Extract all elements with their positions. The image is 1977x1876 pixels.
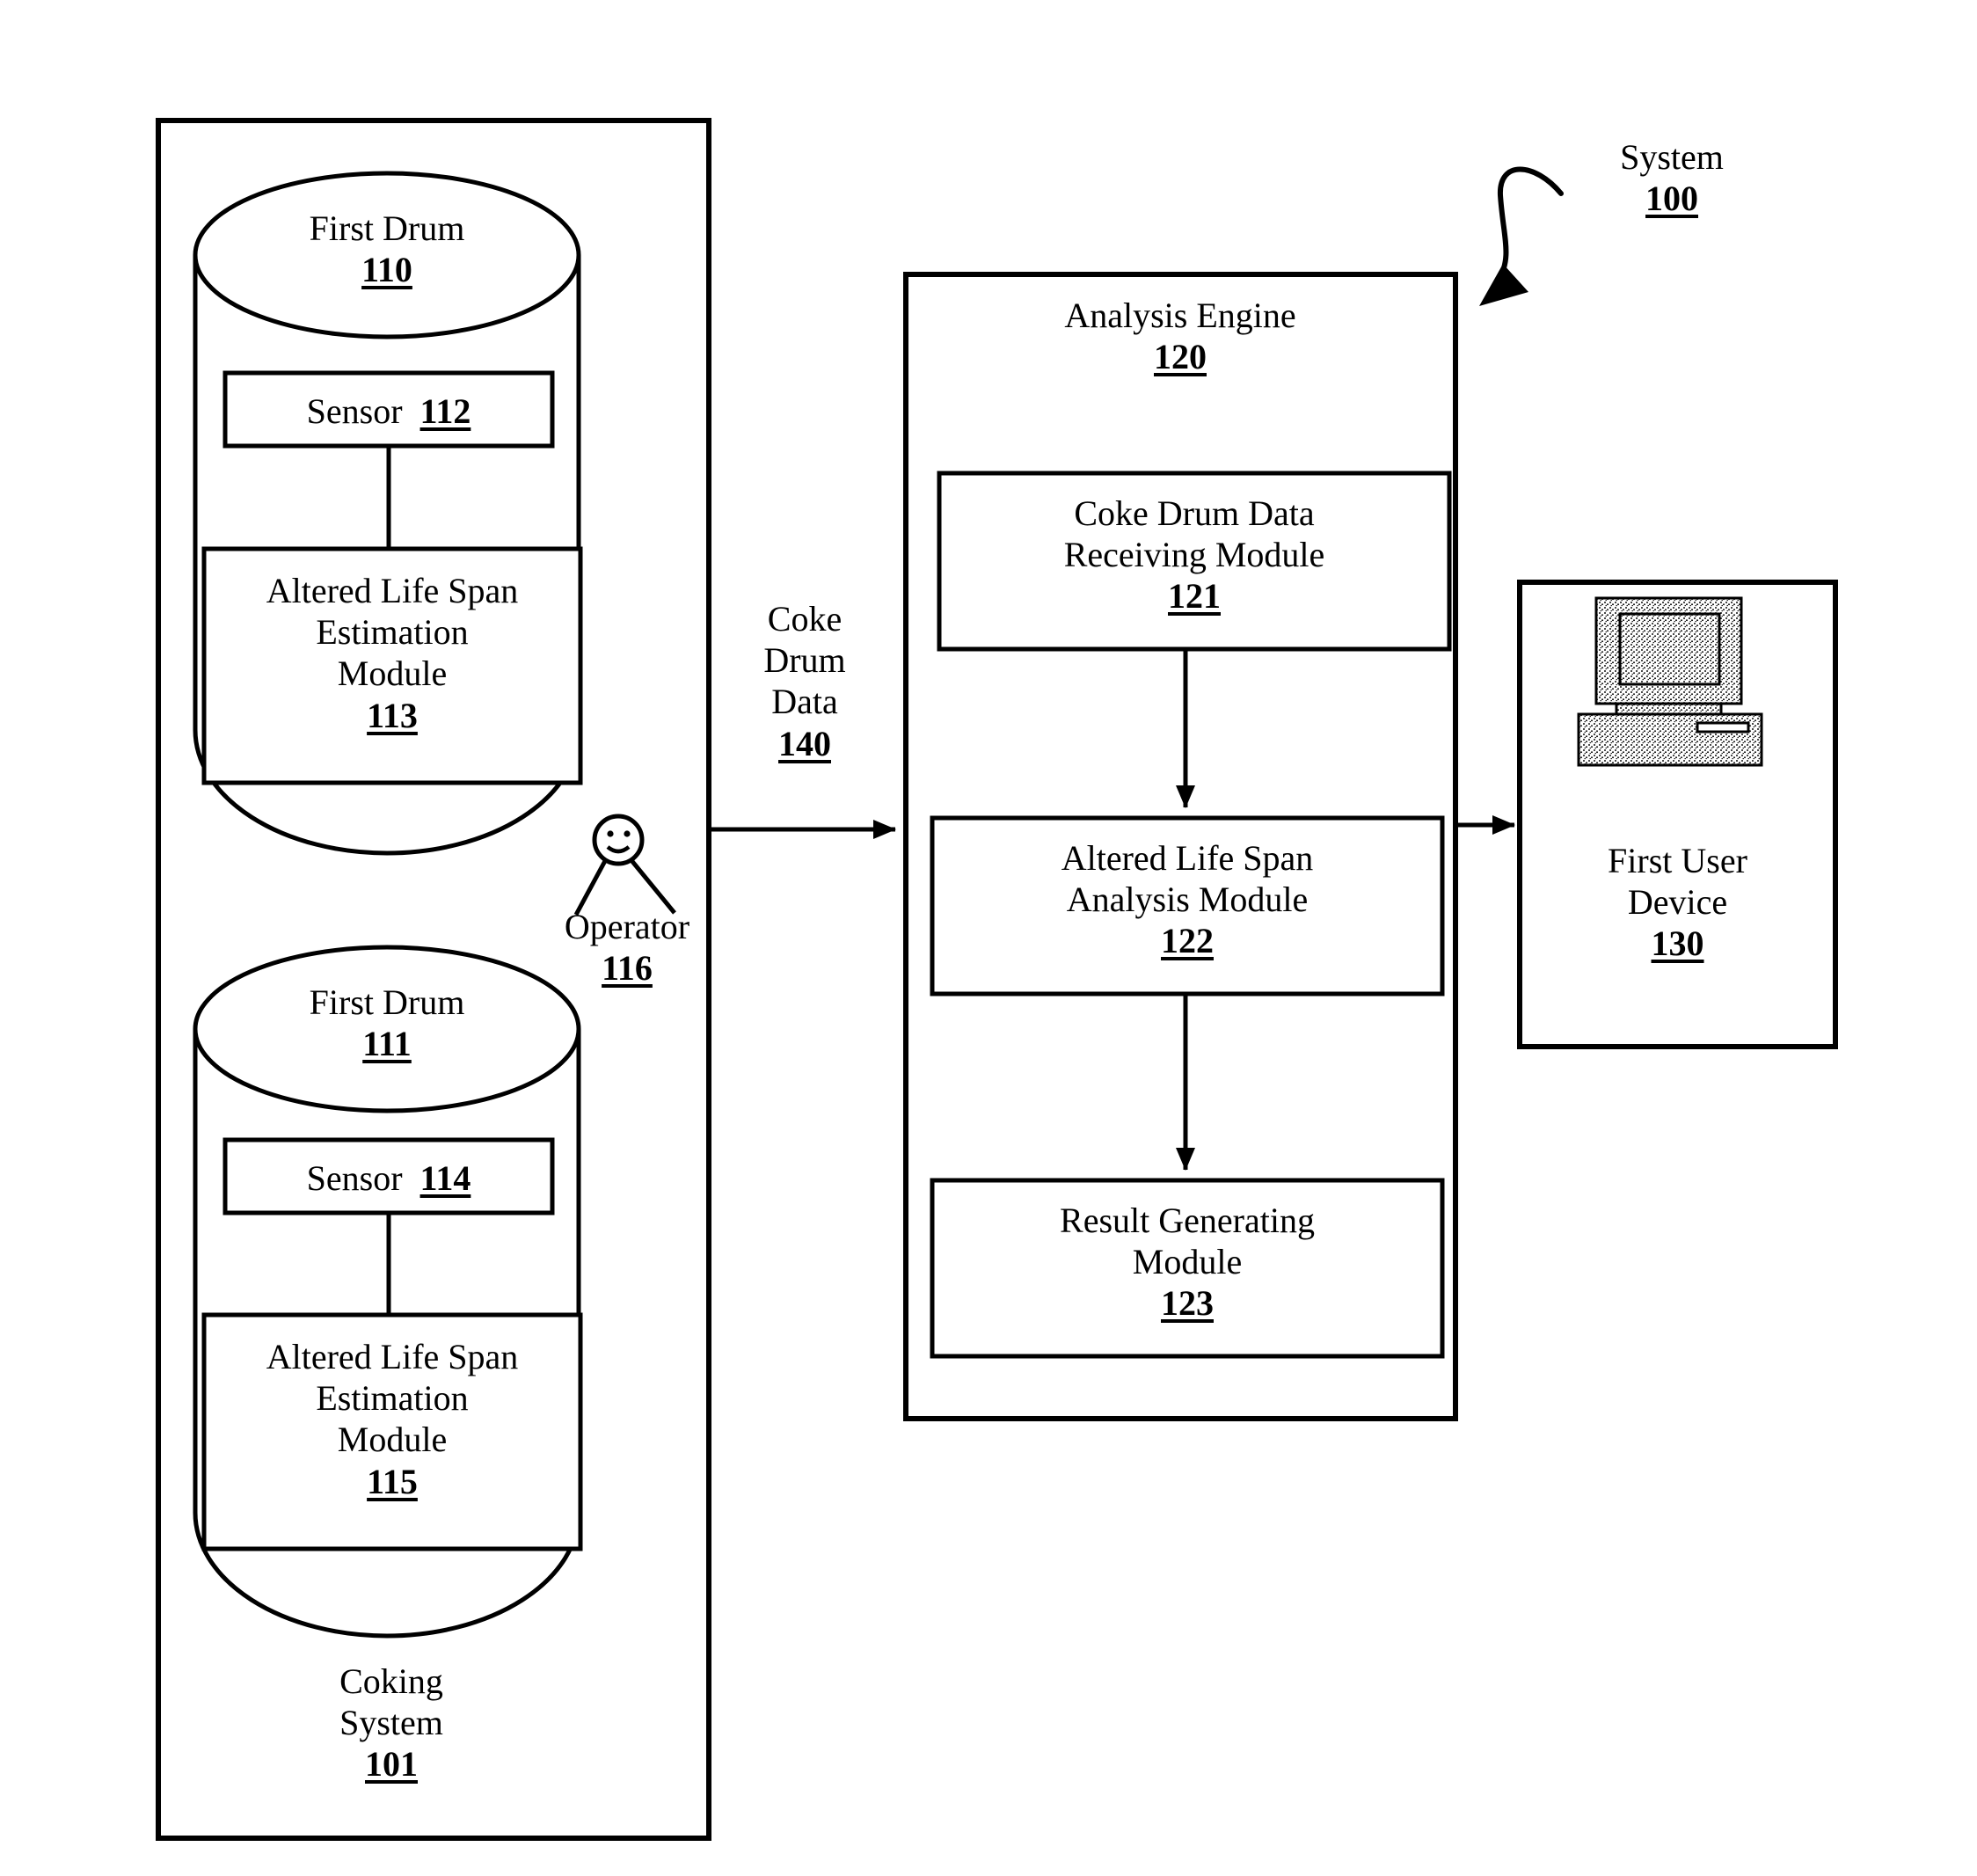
module-115-line2: Estimation bbox=[316, 1378, 469, 1419]
sensor-112-label: Sensor 112 bbox=[225, 391, 552, 432]
module-113-line2: Estimation bbox=[316, 612, 469, 653]
coking-system-ref: 101 bbox=[365, 1744, 418, 1785]
module-122-line1: Altered Life Span bbox=[1061, 838, 1314, 878]
coking-system-line1: Coking bbox=[339, 1661, 443, 1701]
system-callout-arrow bbox=[1479, 166, 1564, 306]
module-115-line1: Altered Life Span bbox=[266, 1337, 519, 1376]
analysis-engine-title: Analysis Engine bbox=[1064, 296, 1296, 335]
coke-drum-data-line1: Coke bbox=[767, 599, 843, 639]
module-113-line3: Module bbox=[337, 653, 448, 694]
operator-name: Operator bbox=[564, 907, 690, 946]
analysis-engine-ref: 120 bbox=[1154, 337, 1207, 377]
module-121-line2: Receiving Module bbox=[1063, 535, 1325, 575]
module-123-line2: Module bbox=[1132, 1242, 1243, 1282]
coke-drum-data-line3: Data bbox=[771, 682, 838, 722]
system-callout-ref: 100 bbox=[1645, 179, 1698, 219]
desktop-computer-icon bbox=[1577, 596, 1763, 767]
drum-110-ref: 110 bbox=[361, 250, 412, 290]
module-115-line3: Module bbox=[337, 1420, 448, 1460]
module-113-line1: Altered Life Span bbox=[266, 571, 519, 610]
analysis-engine-label: Analysis Engine 120 bbox=[922, 295, 1439, 377]
module-121-label: Coke Drum Data Receiving Module 121 bbox=[939, 493, 1449, 617]
sensor-114-label: Sensor 114 bbox=[225, 1157, 552, 1199]
coking-system-label: Coking System 101 bbox=[264, 1661, 519, 1785]
module-121-ref: 121 bbox=[1168, 576, 1221, 617]
coke-drum-data-label: Coke Drum Data 140 bbox=[721, 598, 888, 764]
module-123-line1: Result Generating bbox=[1060, 1201, 1315, 1240]
module-122-ref: 122 bbox=[1161, 921, 1214, 961]
module-113-ref: 113 bbox=[367, 695, 418, 735]
first-user-device-label: First User Device 130 bbox=[1530, 840, 1825, 965]
system-callout-text: System bbox=[1620, 137, 1724, 177]
drum-110-name: First Drum bbox=[309, 208, 465, 248]
operator-icon bbox=[573, 814, 676, 916]
patent-figure-diagram: System 100 First Drum 110 Sensor 112 Alt… bbox=[0, 0, 1977, 1876]
first-user-device-ref: 130 bbox=[1651, 923, 1704, 964]
coke-drum-data-ref: 140 bbox=[778, 723, 831, 763]
system-callout-label: System 100 bbox=[1571, 136, 1773, 219]
first-user-device-line2: Device bbox=[1627, 882, 1728, 923]
drum-111-label: First Drum 111 bbox=[220, 982, 554, 1064]
coking-system-line2: System bbox=[339, 1703, 443, 1743]
module-122-label: Altered Life Span Analysis Module 122 bbox=[932, 837, 1442, 962]
sensor-114-text: Sensor bbox=[306, 1158, 403, 1198]
module-122-line2: Analysis Module bbox=[1066, 880, 1309, 920]
coke-drum-data-line2: Drum bbox=[763, 640, 846, 681]
module-115-ref: 115 bbox=[367, 1461, 418, 1501]
module-123-ref: 123 bbox=[1161, 1283, 1214, 1324]
module-115-label: Altered Life Span Estimation Module 115 bbox=[204, 1336, 580, 1502]
drum-111-ref: 111 bbox=[362, 1024, 412, 1064]
module-123-label: Result Generating Module 123 bbox=[932, 1200, 1442, 1325]
first-user-device-line1: First User bbox=[1608, 841, 1747, 880]
sensor-112-text: Sensor bbox=[306, 391, 403, 431]
operator-label: Operator 116 bbox=[526, 906, 728, 989]
sensor-114-ref: 114 bbox=[419, 1158, 471, 1198]
module-113-label: Altered Life Span Estimation Module 113 bbox=[204, 570, 580, 736]
module-121-line1: Coke Drum Data bbox=[1074, 493, 1315, 533]
sensor-112-ref: 112 bbox=[419, 391, 471, 431]
operator-ref: 116 bbox=[602, 948, 653, 989]
drum-110-label: First Drum 110 bbox=[220, 208, 554, 290]
drum-111-name: First Drum bbox=[309, 982, 465, 1022]
